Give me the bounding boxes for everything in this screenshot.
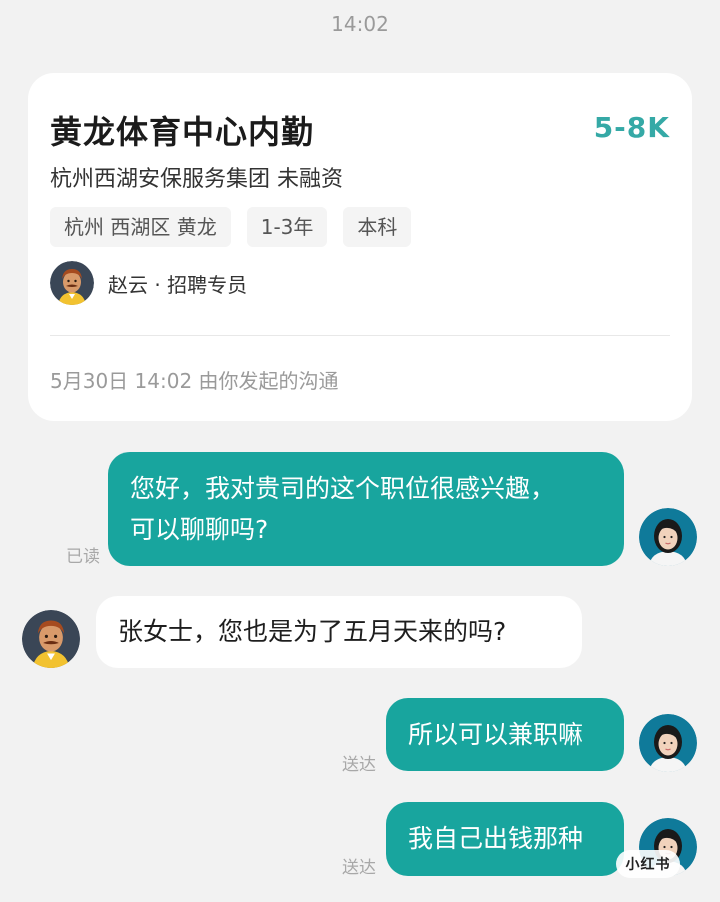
message-text-line: 可以聊聊吗? [130,515,269,544]
message-bubble-outgoing[interactable]: 我自己出钱那种 [386,802,624,876]
message-status-delivered: 送达 [342,858,376,878]
recruiter-avatar [50,261,94,305]
watermark-logo: 小红书 [616,850,680,878]
user-avatar[interactable] [639,714,697,772]
tag-education: 本科 [343,207,412,247]
user-avatar[interactable] [639,508,697,566]
recruiter-name: 赵云 · 招聘专员 [108,272,248,297]
job-card[interactable]: 黄龙体育中心内勤 5-8K 杭州西湖安保服务集团 未融资 杭州 西湖区 黄龙 1… [28,73,692,421]
message-bubble-outgoing[interactable]: 所以可以兼职嘛 [386,698,624,771]
tag-experience: 1-3年 [246,207,328,247]
job-title: 黄龙体育中心内勤 [50,113,315,151]
message-bubble-outgoing[interactable]: 您好，我对贵司的这个职位很感兴趣， 可以聊聊吗? [108,452,624,566]
card-divider [50,335,670,336]
chat-timestamp: 14:02 [331,12,389,36]
message-status-read: 已读 [66,547,100,567]
recruiter-row[interactable]: 赵云 · 招聘专员 [50,261,247,305]
message-bubble-incoming[interactable]: 张女士，您也是为了五月天来的吗? [96,596,582,668]
message-status-delivered: 送达 [342,755,376,775]
company-info: 杭州西湖安保服务集团 未融资 [50,167,343,192]
job-tags: 杭州 西湖区 黄龙 1-3年 本科 [50,207,412,247]
job-salary: 5-8K [593,111,670,144]
recruiter-chat-avatar[interactable] [22,610,80,668]
conversation-started-note: 5月30日 14:02 由你发起的沟通 [50,369,339,393]
message-text: 所以可以兼职嘛 [408,720,584,749]
message-text: 我自己出钱那种 [408,824,584,853]
tag-location: 杭州 西湖区 黄龙 [50,207,231,247]
message-text-line: 您好，我对贵司的这个职位很感兴趣， [130,474,556,503]
message-text: 张女士，您也是为了五月天来的吗? [118,617,507,646]
